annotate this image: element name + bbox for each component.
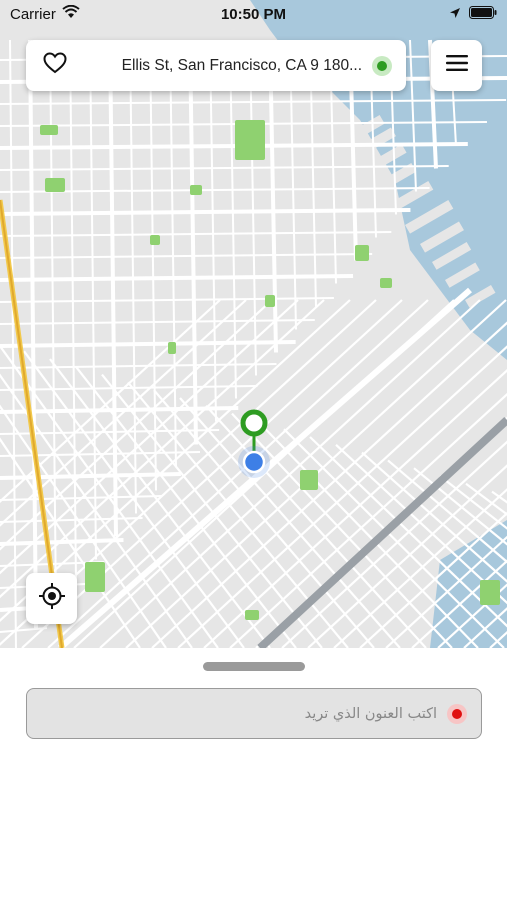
map-view[interactable] <box>0 0 507 648</box>
origin-address[interactable]: Ellis St, San Francisco, CA 9 180... <box>70 57 372 75</box>
hamburger-icon <box>445 54 469 77</box>
origin-search-bar[interactable]: Ellis St, San Francisco, CA 9 180... <box>26 40 406 91</box>
map-park <box>235 120 265 160</box>
map-park <box>190 185 202 195</box>
destination-placeholder: اكتب العنون الذي تريد <box>304 705 437 722</box>
green-pin-icon <box>240 409 268 437</box>
heart-icon <box>43 52 67 79</box>
bottom-sheet: اكتب العنون الذي تريد <box>0 648 507 900</box>
map-canvas[interactable] <box>0 0 507 648</box>
map-park <box>480 580 500 605</box>
my-location-button[interactable] <box>26 573 77 624</box>
map-park <box>40 125 58 135</box>
favorite-button[interactable] <box>40 51 70 81</box>
map-park <box>380 278 392 288</box>
current-location-icon <box>242 450 266 474</box>
destination-input[interactable]: اكتب العنون الذي تريد <box>26 688 482 739</box>
status-bar: Carrier 10:50 PM <box>0 0 507 28</box>
battery-icon <box>469 5 497 23</box>
map-park <box>168 342 176 354</box>
wifi-icon <box>62 4 80 23</box>
map-park <box>45 178 65 192</box>
map-park <box>300 470 318 490</box>
crosshair-icon <box>38 582 66 615</box>
menu-button[interactable] <box>431 40 482 91</box>
location-arrow-icon <box>449 6 461 23</box>
map-park <box>150 235 160 245</box>
map-park <box>85 562 105 592</box>
carrier-label: Carrier <box>10 5 56 23</box>
map-park <box>355 245 369 261</box>
map-park <box>265 295 275 307</box>
destination-indicator-icon <box>447 703 467 724</box>
origin-indicator-icon <box>372 55 392 76</box>
map-park <box>245 610 259 620</box>
sheet-grabber-handle[interactable] <box>203 662 305 671</box>
